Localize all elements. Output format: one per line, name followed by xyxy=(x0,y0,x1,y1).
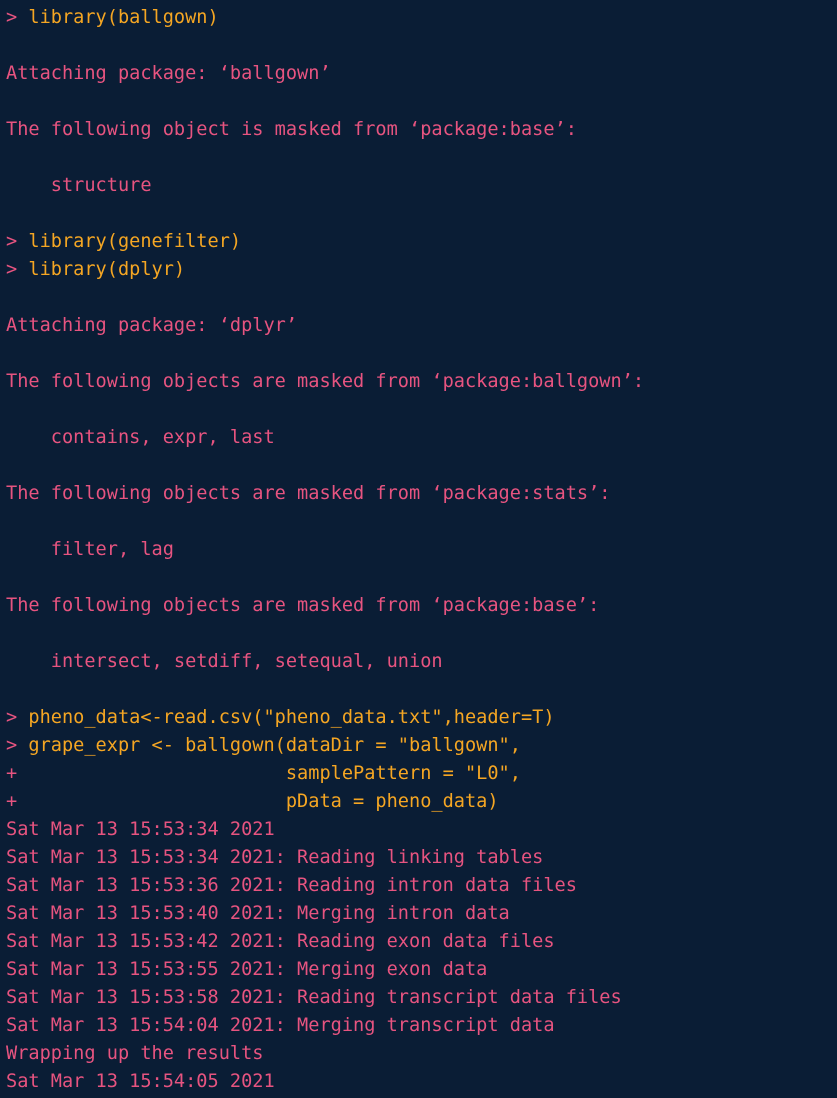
console-prompt: > xyxy=(6,259,28,280)
console-prompt: > xyxy=(6,7,28,28)
console-input-line: pData = pheno_data) xyxy=(28,791,498,812)
console-log-line: Sat Mar 13 15:53:58 2021: Reading transc… xyxy=(6,987,622,1008)
console-log-line: Sat Mar 13 15:53:34 2021: Reading linkin… xyxy=(6,847,543,868)
console-log-line: Sat Mar 13 15:53:34 2021 xyxy=(6,819,275,840)
console-log-line: Wrapping up the results xyxy=(6,1043,263,1064)
console-log-line: Sat Mar 13 15:54:04 2021: Merging transc… xyxy=(6,1015,555,1036)
console-message-line: contains, expr, last xyxy=(6,427,275,448)
console-message-line: The following object is masked from ‘pac… xyxy=(6,119,577,140)
console-prompt: > xyxy=(6,231,28,252)
console-prompt: + xyxy=(6,791,28,812)
console-log-line: Sat Mar 13 15:54:05 2021 xyxy=(6,1071,275,1092)
console-message-line: The following objects are masked from ‘p… xyxy=(6,595,599,616)
r-console-output[interactable]: > library(ballgown) Attaching package: ‘… xyxy=(0,0,837,1098)
console-log-line: Sat Mar 13 15:53:42 2021: Reading exon d… xyxy=(6,931,555,952)
console-message-line: structure xyxy=(6,175,152,196)
console-log-line: Sat Mar 13 15:53:55 2021: Merging exon d… xyxy=(6,959,487,980)
console-message-line: The following objects are masked from ‘p… xyxy=(6,371,644,392)
console-log-line: Sat Mar 13 15:53:36 2021: Reading intron… xyxy=(6,875,577,896)
console-message-line: Attaching package: ‘ballgown’ xyxy=(6,63,331,84)
console-input-line: library(ballgown) xyxy=(28,7,218,28)
console-message-line: Attaching package: ‘dplyr’ xyxy=(6,315,297,336)
console-input-line: library(genefilter) xyxy=(28,231,241,252)
console-log-line: Sat Mar 13 15:53:40 2021: Merging intron… xyxy=(6,903,510,924)
console-prompt: + xyxy=(6,763,28,784)
console-input-line: library(dplyr) xyxy=(28,259,185,280)
console-input-line: grape_expr <- ballgown(dataDir = "ballgo… xyxy=(28,735,521,756)
console-message-line: The following objects are masked from ‘p… xyxy=(6,483,611,504)
console-prompt: > xyxy=(6,735,28,756)
console-input-line: pheno_data<-read.csv("pheno_data.txt",he… xyxy=(28,707,554,728)
console-message-line: filter, lag xyxy=(6,539,174,560)
console-input-line: samplePattern = "L0", xyxy=(28,763,521,784)
console-message-line: intersect, setdiff, setequal, union xyxy=(6,651,443,672)
console-prompt: > xyxy=(6,707,28,728)
